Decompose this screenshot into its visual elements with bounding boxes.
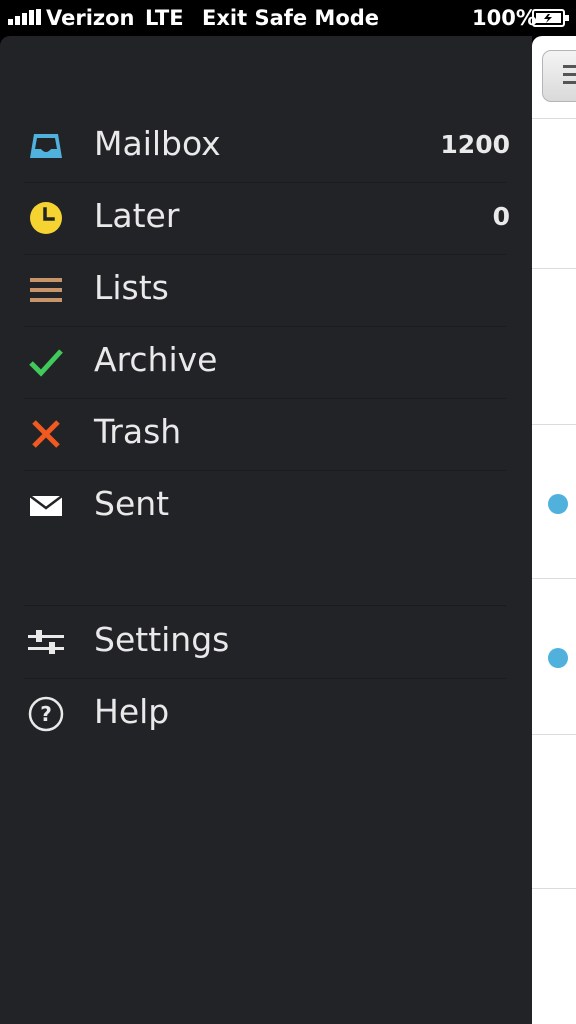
carrier-name: Verizon: [46, 6, 135, 30]
x-icon: [24, 416, 68, 452]
sliders-icon: [24, 624, 68, 660]
svg-text:?: ?: [40, 702, 52, 726]
checkmark-icon: [24, 344, 68, 380]
nav-item-label: Lists: [94, 268, 169, 307]
battery-percentage: 100%: [472, 6, 537, 30]
unread-indicator: [548, 494, 568, 514]
clock-icon: [24, 200, 68, 236]
nav-item-label: Sent: [94, 484, 170, 523]
signal-strength-icon: [8, 9, 41, 25]
question-circle-icon: ?: [24, 696, 68, 732]
nav-item-help[interactable]: ? Help: [24, 678, 506, 750]
nav-item-count: 0: [492, 202, 510, 231]
unread-indicator: [548, 648, 568, 668]
nav-item-label: Help: [94, 692, 170, 731]
nav-item-count: 1200: [440, 130, 510, 159]
row-divider: [532, 578, 576, 579]
nav-item-archive[interactable]: Archive: [24, 326, 506, 399]
nav-item-label: Later: [94, 196, 180, 235]
row-divider: [532, 268, 576, 269]
row-divider: [532, 118, 576, 119]
lists-icon: [24, 272, 68, 308]
row-divider: [532, 734, 576, 735]
nav-item-later[interactable]: Later 0: [24, 182, 510, 255]
nav-item-trash[interactable]: Trash: [24, 398, 506, 471]
nav-item-sent[interactable]: Sent: [24, 470, 506, 542]
nav-item-label: Mailbox: [94, 124, 221, 163]
nav-item-mailbox[interactable]: Mailbox 1200: [24, 110, 510, 183]
navigation-drawer: Mailbox 1200 Later 0 Lists Archive Trash…: [0, 36, 532, 1024]
mailbox-content-panel[interactable]: [532, 36, 576, 1024]
nav-item-settings[interactable]: Settings: [24, 606, 506, 679]
nav-item-lists[interactable]: Lists: [24, 254, 506, 327]
menu-bar-icon: [563, 81, 576, 84]
row-divider: [532, 424, 576, 425]
status-bar: Verizon LTE Exit Safe Mode 100%: [0, 0, 576, 36]
nav-item-label: Archive: [94, 340, 218, 379]
nav-item-label: Settings: [94, 620, 230, 659]
exit-safe-mode-link[interactable]: Exit Safe Mode: [202, 6, 379, 30]
row-divider: [532, 888, 576, 889]
mailbox-icon: [24, 128, 68, 164]
menu-bar-icon: [563, 73, 576, 76]
nav-item-label: Trash: [94, 412, 182, 451]
network-type: LTE: [145, 6, 184, 30]
menu-bar-icon: [563, 65, 576, 68]
battery-icon: [532, 9, 569, 27]
envelope-icon: [24, 488, 68, 524]
menu-toggle-button[interactable]: [542, 50, 576, 102]
